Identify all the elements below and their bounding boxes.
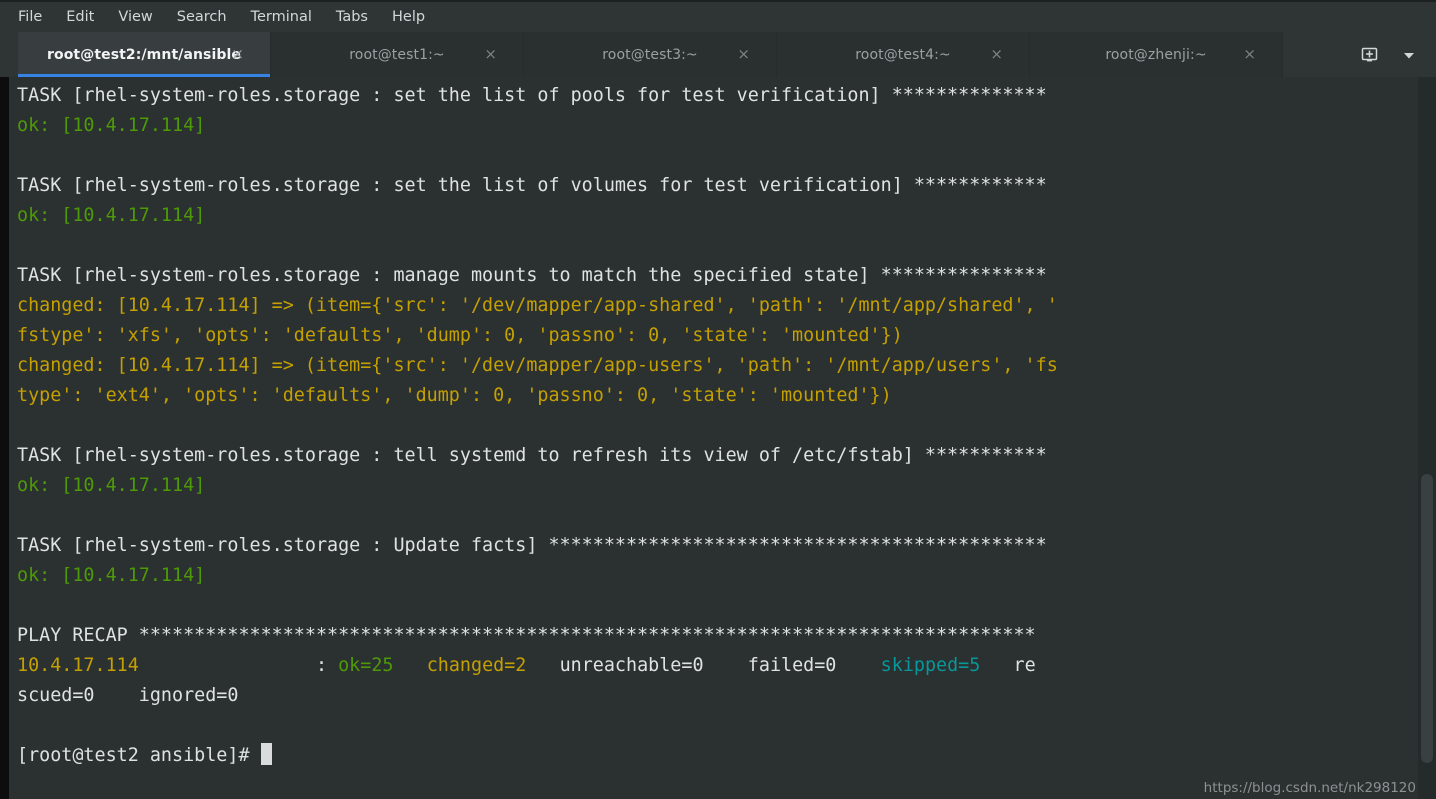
- new-terminal-icon[interactable]: [1352, 38, 1386, 72]
- tab-close-icon[interactable]: ×: [990, 47, 1003, 62]
- chevron-down-icon[interactable]: [1392, 38, 1426, 72]
- terminal-line-segment: ok: [10.4.17.114]: [17, 565, 206, 586]
- terminal-line-segment: :: [138, 655, 339, 676]
- terminal-line-segment: TASK [rhel-system-roles.storage : Update…: [17, 535, 1047, 556]
- terminal-line-segment: type': 'ext4', 'opts': 'defaults', 'dump…: [17, 385, 892, 406]
- tab-label: root@test3:~: [602, 46, 698, 63]
- terminal-line-segment: TASK [rhel-system-roles.storage : manage…: [17, 265, 1047, 286]
- terminal-line-segment: skipped=5: [880, 655, 981, 676]
- menu-item-edit[interactable]: Edit: [54, 6, 106, 28]
- tab-label: root@test1:~: [349, 46, 445, 63]
- menu-item-help[interactable]: Help: [380, 6, 437, 28]
- menu-item-file[interactable]: File: [14, 6, 54, 28]
- tab-label: root@test2:/mnt/ansible: [46, 46, 242, 63]
- terminal-line-segment: scued=0 ignored=0: [17, 685, 239, 706]
- menu-item-terminal[interactable]: Terminal: [239, 6, 324, 28]
- tab-close-icon[interactable]: ×: [737, 47, 750, 62]
- shell-prompt: [root@test2 ansible]#: [17, 745, 261, 766]
- terminal-scrollbar[interactable]: [1418, 77, 1436, 799]
- menu-item-tabs[interactable]: Tabs: [324, 6, 380, 28]
- terminal-line-segment: changed=2: [426, 655, 527, 676]
- terminal-line-segment: TASK [rhel-system-roles.storage : tell s…: [17, 445, 1047, 466]
- tab-close-icon[interactable]: ×: [484, 47, 497, 62]
- tab-bar: root@test2:/mnt/ansible × root@test1:~ ×…: [0, 32, 1436, 77]
- tab-root-test2[interactable]: root@test2:/mnt/ansible ×: [18, 32, 271, 77]
- tab-root-test3[interactable]: root@test3:~ ×: [524, 32, 777, 77]
- terminal-line-segment: PLAY RECAP *****************************…: [17, 625, 1036, 646]
- terminal-cursor: [260, 743, 272, 765]
- watermark: https://blog.csdn.net/nk298120: [1203, 780, 1416, 796]
- tab-close-icon[interactable]: ×: [231, 47, 244, 62]
- terminal-line-segment: fstype': 'xfs', 'opts': 'defaults', 'dum…: [17, 325, 903, 346]
- tab-label: root@zhenji:~: [1105, 46, 1207, 63]
- menu-item-view[interactable]: View: [106, 6, 164, 28]
- tab-root-test4[interactable]: root@test4:~ ×: [777, 32, 1030, 77]
- terminal-line-segment: [393, 655, 426, 676]
- tab-root-test1[interactable]: root@test1:~ ×: [271, 32, 524, 77]
- scrollbar-thumb[interactable]: [1421, 474, 1433, 763]
- terminal-line-segment: ok=25: [338, 655, 394, 676]
- menu-bar: File Edit View Search Terminal Tabs Help: [0, 0, 1436, 32]
- terminal-output: TASK [rhel-system-roles.storage : set th…: [11, 81, 1418, 771]
- tab-bar-actions: [1352, 32, 1432, 77]
- tab-label: root@test4:~: [855, 46, 951, 63]
- terminal-line-segment: changed: [10.4.17.114] => (item={'src': …: [17, 295, 1058, 316]
- terminal-screen[interactable]: TASK [rhel-system-roles.storage : set th…: [9, 77, 1418, 799]
- terminal-line-segment: TASK [rhel-system-roles.storage : set th…: [17, 175, 1047, 196]
- terminal-line-segment: TASK [rhel-system-roles.storage : set th…: [17, 85, 1047, 106]
- terminal-line-segment: changed: [10.4.17.114] => (item={'src': …: [17, 355, 1058, 376]
- tab-close-icon[interactable]: ×: [1243, 47, 1256, 62]
- tab-root-zhenji[interactable]: root@zhenji:~ ×: [1030, 32, 1283, 77]
- terminal-line-segment: unreachable=0 failed=0: [526, 655, 881, 676]
- terminal-line-segment: ok: [10.4.17.114]: [17, 115, 206, 136]
- terminal-line-segment: 10.4.17.114: [17, 655, 139, 676]
- terminal-window: File Edit View Search Terminal Tabs Help…: [0, 0, 1436, 799]
- terminal-line-segment: ok: [10.4.17.114]: [17, 205, 206, 226]
- menu-item-search[interactable]: Search: [165, 6, 239, 28]
- terminal-line-segment: ok: [10.4.17.114]: [17, 475, 206, 496]
- terminal-line-segment: re: [980, 655, 1036, 676]
- terminal-body: TASK [rhel-system-roles.storage : set th…: [0, 77, 1436, 799]
